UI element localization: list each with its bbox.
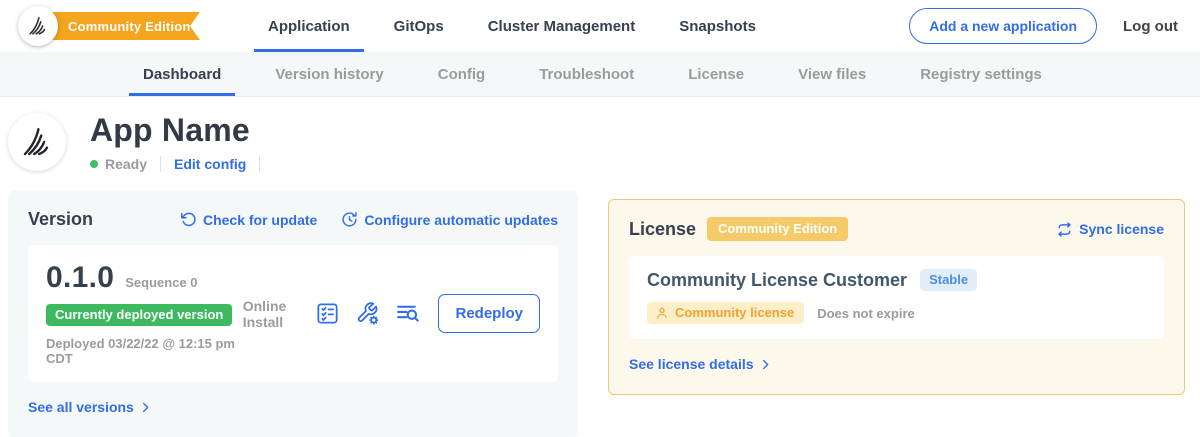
admin-console-page: Community Edition Application GitOps Clu… — [0, 0, 1200, 437]
community-edition-label: Community Edition — [68, 19, 191, 34]
license-card-title: License — [629, 219, 696, 240]
subtab-license[interactable]: License — [674, 52, 758, 96]
license-type-badge: Community license — [647, 302, 804, 324]
currently-deployed-badge: Currently deployed version — [46, 304, 232, 326]
deploy-logs-icon[interactable] — [395, 301, 420, 326]
status-dot — [90, 160, 98, 168]
tab-cluster-management[interactable]: Cluster Management — [474, 0, 650, 52]
preflight-checklist-icon[interactable] — [315, 301, 340, 326]
channel-badge: Stable — [920, 269, 977, 291]
redeploy-button[interactable]: Redeploy — [438, 294, 540, 333]
sequence-label: Sequence 0 — [125, 275, 197, 290]
see-license-details-label: See license details — [629, 356, 754, 372]
license-details-box: Community License Customer Stable Commun… — [629, 256, 1164, 339]
tab-application[interactable]: Application — [254, 0, 364, 52]
brand: Community Edition — [18, 6, 204, 46]
check-for-update-label: Check for update — [203, 212, 317, 228]
subtab-version-history[interactable]: Version history — [261, 52, 397, 96]
page-title: App Name — [90, 112, 273, 149]
deployed-timestamp: Deployed 03/22/22 @ 12:15 pm CDT — [46, 336, 243, 366]
add-new-application-button[interactable]: Add a new application — [909, 8, 1097, 44]
see-license-details-link[interactable]: See license details — [629, 356, 772, 372]
app-status-row: Ready Edit config — [90, 156, 273, 172]
topnav-right: Add a new application Log out — [909, 8, 1178, 44]
license-card-header: License Community Edition Sync license — [629, 217, 1164, 241]
license-type-row: Community license Does not expire — [647, 302, 1146, 324]
sub-nav: Dashboard Version history Config Trouble… — [0, 52, 1200, 97]
license-title-group: License Community Edition — [629, 217, 848, 241]
divider — [259, 156, 260, 172]
sync-license-label: Sync license — [1079, 221, 1164, 237]
tab-gitops[interactable]: GitOps — [380, 0, 458, 52]
install-type-label: Online Install — [243, 298, 297, 330]
customer-name: Community License Customer — [647, 270, 907, 291]
version-number: 0.1.0 — [46, 261, 114, 295]
app-logo-icon — [20, 125, 54, 159]
version-card-actions: Check for update Configure automatic upd… — [180, 211, 558, 228]
sync-license-link[interactable]: Sync license — [1056, 221, 1164, 238]
app-header: App Name Ready Edit config — [0, 97, 1200, 188]
brand-logo-circle — [18, 6, 58, 46]
edit-config-link[interactable]: Edit config — [174, 156, 246, 172]
chevron-right-icon — [759, 358, 772, 371]
config-wrench-gear-icon[interactable] — [355, 301, 380, 326]
subtab-registry-settings[interactable]: Registry settings — [906, 52, 1056, 96]
community-edition-badge: Community Edition — [707, 217, 848, 241]
status-badge: Ready — [105, 156, 147, 172]
dashboard-cards: Version Check for update Configure autom… — [0, 188, 1200, 437]
license-customer-row: Community License Customer Stable — [647, 269, 1146, 291]
configure-automatic-updates-link[interactable]: Configure automatic updates — [341, 211, 558, 228]
replicated-logo-icon — [27, 15, 49, 37]
logout-link[interactable]: Log out — [1123, 18, 1178, 35]
community-edition-ribbon: Community Edition — [38, 12, 200, 40]
subtab-view-files[interactable]: View files — [784, 52, 880, 96]
license-card: License Community Edition Sync license C… — [608, 199, 1185, 395]
chevron-right-icon — [139, 401, 152, 414]
version-actions: Online Install — [243, 294, 540, 333]
version-card: Version Check for update Configure autom… — [8, 191, 578, 437]
current-version-box: 0.1.0 Sequence 0 Currently deployed vers… — [28, 245, 558, 382]
configure-automatic-updates-label: Configure automatic updates — [364, 212, 558, 228]
license-type-label: Community license — [675, 305, 794, 320]
refresh-icon — [180, 211, 197, 228]
expiration-text: Does not expire — [817, 306, 915, 321]
person-icon — [655, 306, 669, 320]
subtab-config[interactable]: Config — [424, 52, 499, 96]
version-card-title: Version — [28, 209, 93, 230]
version-details: 0.1.0 Sequence 0 Currently deployed vers… — [46, 261, 243, 366]
auto-update-clock-icon — [341, 211, 358, 228]
see-all-versions-link[interactable]: See all versions — [28, 399, 152, 415]
top-nav: Community Edition Application GitOps Clu… — [0, 0, 1200, 52]
see-all-versions-label: See all versions — [28, 399, 134, 415]
check-for-update-link[interactable]: Check for update — [180, 211, 317, 228]
app-header-text: App Name Ready Edit config — [90, 112, 273, 172]
top-tab-bar: Application GitOps Cluster Management Sn… — [246, 0, 778, 52]
sync-arrows-icon — [1056, 221, 1073, 238]
version-card-header: Version Check for update Configure autom… — [28, 209, 558, 230]
divider — [160, 156, 161, 172]
app-avatar — [8, 113, 66, 171]
version-number-row: 0.1.0 Sequence 0 — [46, 261, 243, 295]
subtab-dashboard[interactable]: Dashboard — [129, 52, 235, 96]
tab-snapshots[interactable]: Snapshots — [665, 0, 770, 52]
subtab-troubleshoot[interactable]: Troubleshoot — [525, 52, 648, 96]
